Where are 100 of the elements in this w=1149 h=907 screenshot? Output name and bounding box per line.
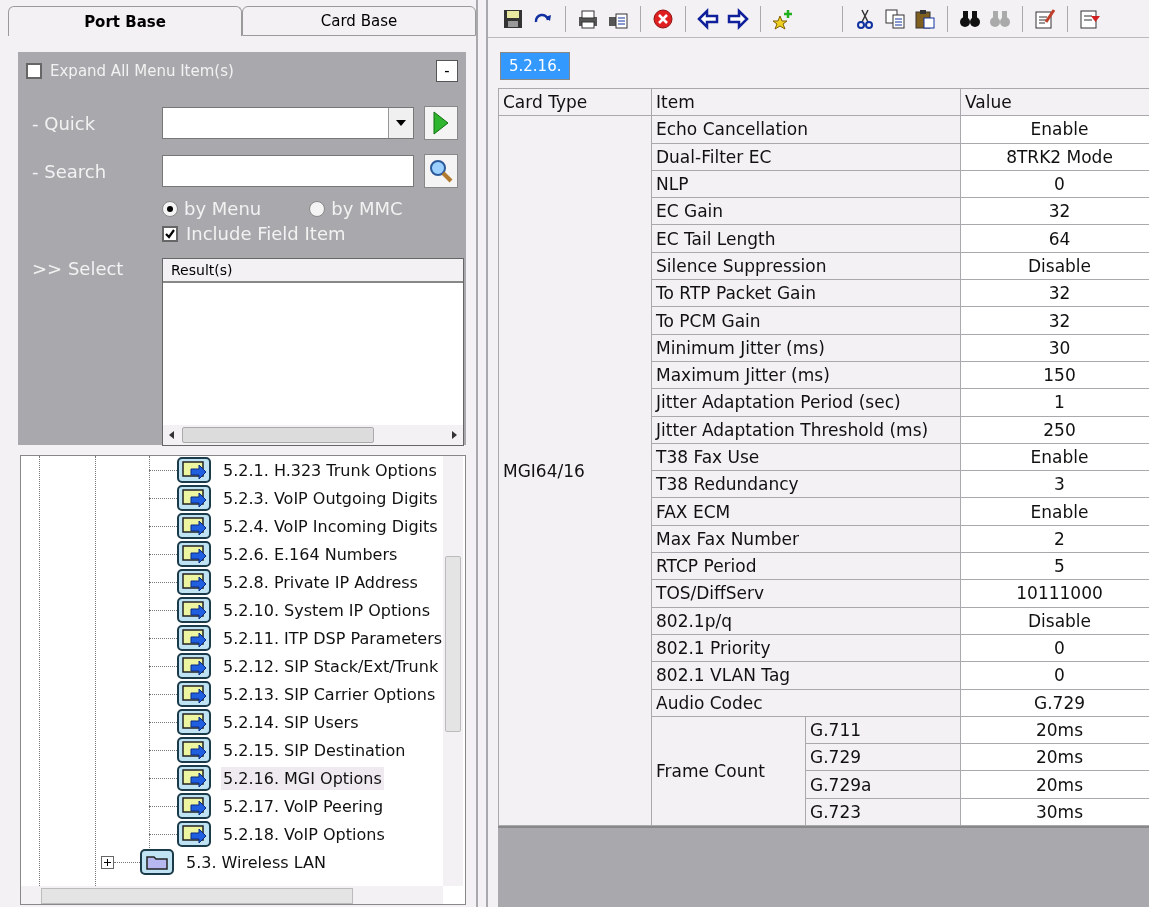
back-arrow-icon[interactable] <box>697 7 719 30</box>
table-cell: EC Tail Length <box>651 225 961 253</box>
field-label: >> Select <box>31 258 125 279</box>
table-cell: 20ms <box>960 743 1149 771</box>
table-cell: Frame Count <box>651 716 806 826</box>
table-cell: Max Fax Number <box>651 525 961 553</box>
star-plus-icon[interactable] <box>772 7 794 30</box>
table-cell: 250 <box>960 416 1149 444</box>
results-list[interactable]: Result(s) <box>162 258 464 446</box>
table-cell: Audio Codec <box>651 689 961 717</box>
dropdown-arrow-icon <box>396 120 406 126</box>
table-cell: 3 <box>960 470 1149 498</box>
radio-button[interactable] <box>162 200 178 217</box>
checkbox-label: Include Field Item <box>186 223 346 244</box>
cut-icon[interactable] <box>854 7 876 30</box>
copy-icon[interactable] <box>884 7 906 30</box>
column-header: Card Type <box>498 88 652 116</box>
table-cell: G.723 <box>805 798 961 826</box>
table-cell: Jitter Adaptation Period (sec) <box>651 388 961 417</box>
go-button[interactable] <box>424 106 458 140</box>
table-cell: G.729 <box>960 689 1149 717</box>
table-cell: 32 <box>960 197 1149 225</box>
radio-label: by Menu <box>184 198 262 219</box>
table-cell: 32 <box>960 279 1149 307</box>
tab[interactable]: Port Base <box>8 6 242 36</box>
table-cell: 150 <box>960 361 1149 389</box>
horizontal-scrollbar[interactable] <box>163 425 463 445</box>
table-cell: Dual-Filter EC <box>651 143 961 171</box>
horizontal-scrollbar[interactable] <box>21 886 443 904</box>
tree-item[interactable]: 5.2.17. VoIP Peering <box>221 794 386 818</box>
tree-item[interactable]: 5.2.1. H.323 Trunk Options <box>221 458 439 482</box>
print-icon[interactable] <box>577 7 599 30</box>
table-cell: TOS/DiffServ <box>651 579 961 608</box>
tree-item[interactable]: 5.3. Wireless LAN <box>184 850 328 874</box>
tree-item[interactable]: 5.2.6. E.164 Numbers <box>221 542 400 566</box>
checkbox[interactable] <box>162 225 178 242</box>
table-cell: Enable <box>960 115 1149 144</box>
quick-dropdown[interactable] <box>162 107 414 139</box>
table-cell: 8TRK2 Mode <box>960 143 1149 171</box>
search-icon <box>429 159 453 183</box>
collapse-button[interactable]: - <box>436 60 458 82</box>
table-cell: To PCM Gain <box>651 306 961 335</box>
table-cell: Enable <box>960 443 1149 471</box>
table-cell: FAX ECM <box>651 497 961 526</box>
table-cell: Silence Suppression <box>651 252 961 280</box>
expand-icon[interactable] <box>101 855 114 869</box>
tree-item[interactable]: 5.2.13. SIP Carrier Options <box>221 682 438 706</box>
table-cell: G.729a <box>805 770 961 799</box>
tree-item[interactable]: 5.2.11. ITP DSP Parameters <box>221 626 445 650</box>
checkbox-label: Expand All Menu Item(s) <box>50 62 234 80</box>
search-button[interactable] <box>424 154 458 188</box>
table-cell: 0 <box>960 170 1149 198</box>
stop-icon[interactable] <box>652 7 674 30</box>
table-cell: 802.1 Priority <box>651 634 961 662</box>
search-field[interactable] <box>162 155 414 187</box>
form-down-icon[interactable] <box>1079 7 1101 30</box>
table-cell: 30ms <box>960 798 1149 826</box>
table-cell: Disable <box>960 607 1149 635</box>
tree-item[interactable]: 5.2.10. System IP Options <box>221 598 432 622</box>
edit-icon[interactable] <box>1034 7 1056 30</box>
table-cell: To RTP Packet Gain <box>651 279 961 307</box>
column-header[interactable]: Result(s) <box>163 259 463 283</box>
table-cell: Minimum Jitter (ms) <box>651 334 961 362</box>
table-cell: 10111000 <box>960 579 1149 608</box>
scroll-right-icon[interactable] <box>452 431 457 439</box>
paste-icon[interactable] <box>914 7 936 30</box>
tree-item[interactable]: 5.2.18. VoIP Options <box>221 822 387 846</box>
tree-item[interactable]: 5.2.8. Private IP Address <box>221 570 420 594</box>
scroll-left-icon[interactable] <box>169 431 174 439</box>
tree-item[interactable]: 5.2.4. VoIP Incoming Digits <box>221 514 440 538</box>
tab[interactable]: Card Base <box>242 6 476 36</box>
checkbox[interactable] <box>26 63 42 79</box>
table-cell: T38 Redundancy <box>651 470 961 498</box>
table-cell: 0 <box>960 634 1149 662</box>
table-cell: Jitter Adaptation Threshold (ms) <box>651 416 961 444</box>
table-cell: Disable <box>960 252 1149 280</box>
tree-item[interactable]: 5.2.12. SIP Stack/Ext/Trunk <box>221 654 441 678</box>
radio-button[interactable] <box>309 200 326 217</box>
vertical-scrollbar[interactable] <box>443 456 463 886</box>
column-header: Item <box>651 88 961 116</box>
table-cell: 802.1p/q <box>651 607 961 635</box>
table-cell: G.729 <box>805 743 961 771</box>
table-cell: 2 <box>960 525 1149 553</box>
tree-item[interactable]: 5.2.15. SIP Destination <box>221 738 408 762</box>
field-label: - Search <box>31 160 108 182</box>
field-label: - Quick <box>31 112 97 134</box>
table-cell: RTCP Period <box>651 552 961 580</box>
table-cell: G.711 <box>805 716 961 744</box>
table-cell: 802.1 VLAN Tag <box>651 661 961 690</box>
table-cell: Maximum Jitter (ms) <box>651 361 961 389</box>
table-cell: 64 <box>960 225 1149 253</box>
tree-item[interactable]: 5.2.16. MGI Options <box>221 766 384 790</box>
tree-item[interactable]: 5.2.3. VoIP Outgoing Digits <box>221 486 440 510</box>
table-cell: 20ms <box>960 716 1149 744</box>
tree-item[interactable]: 5.2.14. SIP Users <box>221 710 361 734</box>
radio-label: by MMC <box>331 198 403 219</box>
save-icon[interactable] <box>502 7 524 30</box>
table-cell: Enable <box>960 497 1149 526</box>
forward-arrow-icon[interactable] <box>727 7 749 30</box>
table-cell: 1 <box>960 388 1149 417</box>
